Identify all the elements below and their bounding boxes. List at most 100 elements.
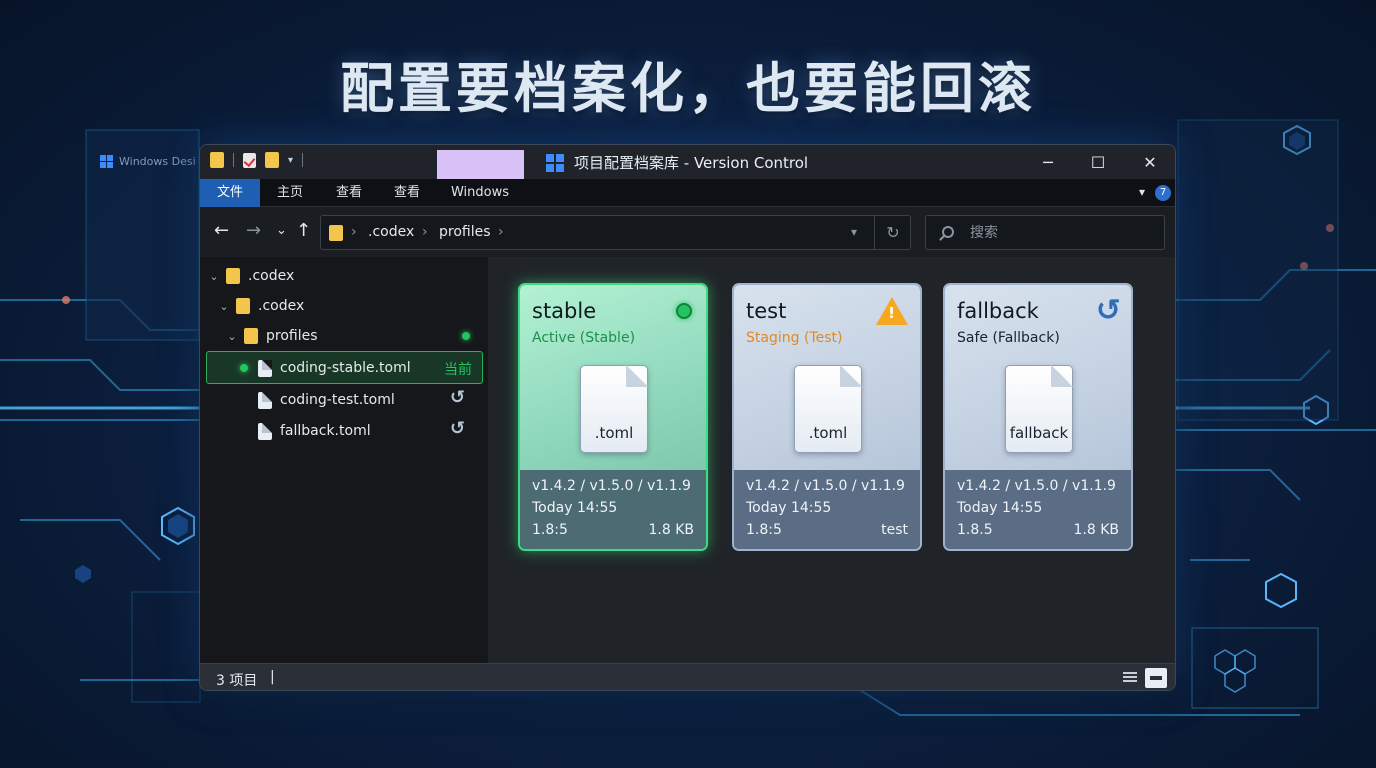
- tree-item-profiles[interactable]: ⌄ profiles: [224, 321, 318, 351]
- tree-item-label: coding-stable.toml: [280, 360, 411, 376]
- window-title: 项目配置档案库 - Version Control: [574, 154, 809, 172]
- toolbar-divider: [233, 153, 234, 167]
- back-arrow-icon[interactable]: ←: [214, 221, 229, 241]
- file-type-label: .toml: [594, 424, 634, 442]
- breadcrumb-separator-icon: ›: [422, 224, 428, 240]
- navigation-tree: ⌄ .codex ⌄ .codex ⌄ profiles coding-stab…: [200, 257, 488, 663]
- customize-toolbar-chevron-icon[interactable]: ▾: [288, 155, 293, 166]
- card-size: 1.8 KB: [1073, 522, 1120, 538]
- expand-chevron-icon[interactable]: ⌄: [216, 300, 232, 313]
- card-status: Active (Stable): [532, 330, 636, 346]
- revert-icon[interactable]: ↺: [450, 387, 465, 408]
- navigation-bar: ← → ⌄ ↑ › .codex › profiles › ▾ ↻: [200, 207, 1175, 257]
- forward-arrow-icon[interactable]: →: [246, 221, 261, 241]
- address-dropdown-chevron-icon[interactable]: ▾: [851, 225, 857, 239]
- title-bar: ▾ 项目配置档案库 - Version Control ─ ☐ ✕: [200, 145, 1175, 179]
- card-version-short: 1.8:5: [746, 522, 782, 538]
- tree-item-label: coding-test.toml: [280, 392, 395, 408]
- search-box[interactable]: [925, 215, 1165, 250]
- card-title: test: [746, 299, 787, 323]
- ribbon-collapse-chevron-icon[interactable]: ▾: [1139, 185, 1145, 199]
- help-icon[interactable]: 7: [1155, 185, 1171, 201]
- close-button[interactable]: ✕: [1125, 145, 1175, 179]
- tree-item-codex-root[interactable]: ⌄ .codex: [206, 261, 294, 291]
- status-bar: 3 项目 |: [200, 663, 1175, 690]
- status-divider: |: [270, 669, 275, 685]
- revert-icon[interactable]: ↺: [1096, 293, 1121, 328]
- tree-item-coding-test[interactable]: coding-test.toml: [258, 385, 395, 415]
- green-dot-icon: [676, 303, 692, 319]
- tree-item-label: fallback.toml: [280, 423, 371, 439]
- card-versions: v1.4.2 / v1.5.0 / v1.1.9: [532, 478, 691, 494]
- card-title: fallback: [957, 299, 1039, 323]
- breadcrumb-separator-icon: ›: [351, 224, 357, 240]
- refresh-icon[interactable]: ↻: [874, 216, 911, 249]
- highlight-tab[interactable]: [437, 150, 524, 179]
- expand-chevron-icon[interactable]: ⌄: [206, 270, 222, 283]
- search-icon: [942, 226, 954, 238]
- folder-icon: [226, 268, 240, 284]
- folder-icon: [236, 298, 250, 314]
- breadcrumb-codex[interactable]: .codex: [368, 224, 414, 240]
- current-tag: 当前: [444, 362, 472, 378]
- ribbon-tabs: 文件 主页 查看 查看 Windows ▾ 7: [200, 179, 1175, 207]
- file-icon: [258, 391, 272, 409]
- minimize-button[interactable]: ─: [1023, 145, 1073, 179]
- file-type-label: fallback: [1009, 424, 1069, 442]
- windows-logo-icon: [546, 153, 564, 172]
- card-size: 1.8 KB: [648, 522, 695, 538]
- card-title: stable: [532, 299, 597, 323]
- expand-chevron-icon[interactable]: ⌄: [224, 330, 240, 343]
- file-view: stable Active (Stable) .toml v1.4.2 / v1…: [488, 257, 1175, 663]
- folder-icon[interactable]: [210, 152, 224, 168]
- tree-item-fallback[interactable]: fallback.toml: [258, 416, 371, 446]
- file-type-label: .toml: [808, 424, 848, 442]
- tree-item-label: profiles: [266, 328, 318, 344]
- breadcrumb-separator-icon: ›: [498, 224, 504, 240]
- revert-icon[interactable]: ↺: [450, 418, 465, 439]
- background-window-title: Windows Desi: [119, 155, 196, 168]
- up-arrow-icon[interactable]: ↑: [296, 221, 311, 241]
- file-icon: [258, 359, 272, 377]
- maximize-button[interactable]: ☐: [1073, 145, 1123, 179]
- warning-exclamation: !: [888, 304, 895, 322]
- card-details: v1.4.2 / v1.5.0 / v1.1.9 Today 14:55 1.8…: [945, 470, 1131, 549]
- tree-item-coding-stable[interactable]: coding-stable.toml: [240, 353, 411, 383]
- profile-card-stable[interactable]: stable Active (Stable) .toml v1.4.2 / v1…: [518, 283, 708, 551]
- tab-view[interactable]: 查看: [320, 179, 378, 207]
- breadcrumb-profiles[interactable]: profiles: [439, 224, 491, 240]
- card-details: v1.4.2 / v1.5.0 / v1.1.9 Today 14:55 1.8…: [734, 470, 920, 549]
- card-details: v1.4.2 / v1.5.0 / v1.1.9 Today 14:55 1.8…: [520, 470, 706, 549]
- new-folder-icon[interactable]: [265, 152, 279, 168]
- card-header: test ! Staging (Test) .toml: [734, 285, 920, 470]
- properties-check-icon[interactable]: [243, 152, 256, 168]
- toml-file-icon: .toml: [580, 365, 648, 453]
- address-bar[interactable]: › .codex › profiles › ▾ ↻: [320, 215, 911, 250]
- item-count: 3 项目: [216, 673, 258, 689]
- card-version-short: 1.8.5: [957, 522, 993, 538]
- tab-view-2[interactable]: 查看: [378, 179, 436, 207]
- toolbar-divider: [302, 153, 304, 167]
- profile-card-fallback[interactable]: fallback ↺ Safe (Fallback) fallback v1.4…: [943, 283, 1133, 551]
- folder-icon: [244, 328, 258, 344]
- card-header: stable Active (Stable) .toml: [520, 285, 706, 470]
- explorer-window: ▾ 项目配置档案库 - Version Control ─ ☐ ✕ 文件 主页 …: [199, 144, 1176, 691]
- recent-locations-chevron-icon[interactable]: ⌄: [276, 221, 287, 241]
- active-status-dot-icon: [462, 332, 470, 340]
- tree-item-label: .codex: [258, 298, 305, 314]
- tab-file[interactable]: 文件: [200, 179, 260, 207]
- tree-item-label: .codex: [248, 268, 295, 284]
- tiles-view-icon[interactable]: [1145, 668, 1167, 688]
- card-modified-time: Today 14:55: [532, 500, 618, 516]
- tab-windows[interactable]: Windows: [438, 179, 522, 207]
- search-input[interactable]: [970, 222, 1150, 244]
- details-view-icon[interactable]: [1119, 670, 1137, 686]
- card-modified-time: Today 14:55: [957, 500, 1043, 516]
- tab-home[interactable]: 主页: [260, 179, 320, 207]
- card-profile-tag: test: [881, 522, 908, 538]
- active-status-dot-icon: [240, 364, 248, 372]
- card-header: fallback ↺ Safe (Fallback) fallback: [945, 285, 1131, 470]
- card-versions: v1.4.2 / v1.5.0 / v1.1.9: [957, 478, 1116, 494]
- profile-card-test[interactable]: test ! Staging (Test) .toml v1.4.2 / v1.…: [732, 283, 922, 551]
- tree-item-codex[interactable]: ⌄ .codex: [216, 291, 304, 321]
